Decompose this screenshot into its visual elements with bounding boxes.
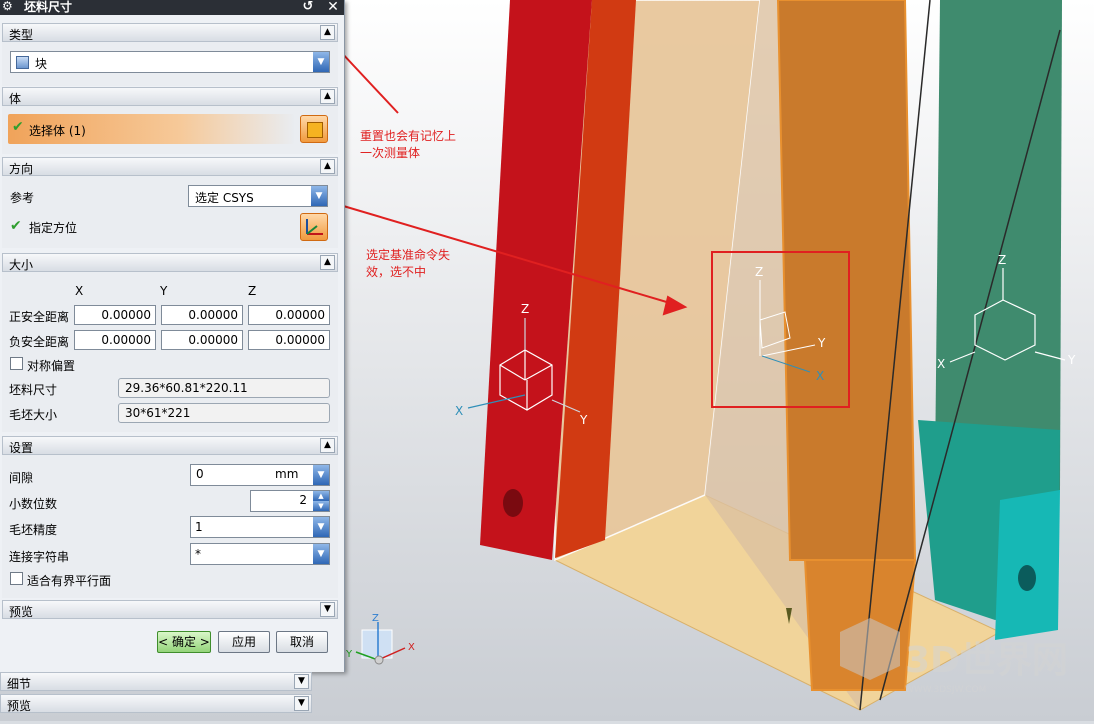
reset-icon[interactable]: ↺ (296, 0, 320, 15)
csys-highlight-box (711, 251, 850, 408)
negative-offset-label: 负安全距离 (9, 335, 70, 349)
expand-icon[interactable]: ▼ (294, 674, 309, 689)
csys-note: 选定基准命令失 效，选不中 (366, 248, 451, 279)
csys-icon[interactable] (300, 213, 328, 241)
axis-x-left: X (455, 404, 463, 418)
select-body-row[interactable]: ✔ 选择体 (1) (8, 114, 294, 144)
block-icon (16, 56, 29, 69)
solid-body-icon[interactable] (300, 115, 328, 143)
triad-y: Y (345, 649, 353, 660)
neg-x-field[interactable]: 0.00000 (74, 330, 156, 350)
triad-x: X (408, 642, 415, 653)
decimals-label: 小数位数 (9, 497, 58, 511)
gap-field[interactable]: 0 mm ▼ (190, 464, 330, 486)
pos-z-field[interactable]: 0.00000 (248, 305, 330, 325)
precision-label: 毛坯精度 (9, 523, 58, 537)
size-body: X Y Z 正安全距离 0.00000 0.00000 0.00000 负安全距… (2, 272, 338, 432)
dialog-title: 坯料尺寸 (24, 0, 73, 14)
type-dropdown[interactable]: 块 ▼ (10, 51, 330, 73)
collapse-icon[interactable]: ▲ (320, 25, 335, 40)
symmetric-offset-checkbox[interactable] (10, 357, 23, 370)
rough-size-label: 毛坯大小 (9, 408, 58, 422)
unit-dropdown-icon[interactable]: ▼ (313, 465, 329, 485)
axis-x-right: X (937, 357, 945, 371)
fit-bounded-checkbox[interactable] (10, 572, 23, 585)
settings-body: 间隙 0 mm ▼ 小数位数 2 ▲ ▼ 毛坯精度 1 ▼ 连接字符串 * ▼ … (2, 455, 338, 598)
pos-y-field[interactable]: 0.00000 (161, 305, 243, 325)
gap-label: 间隙 (9, 471, 34, 485)
reference-label: 参考 (10, 191, 35, 205)
direction-body: 参考 选定 CSYS ▼ ✔ 指定方位 (2, 176, 338, 248)
check-icon: ✔ (12, 119, 24, 135)
type-body: 块 ▼ (2, 42, 338, 86)
rough-size-field: 30*61*221 (118, 403, 330, 423)
chevron-down-icon[interactable]: ▼ (313, 517, 329, 537)
concat-dropdown[interactable]: * ▼ (190, 543, 330, 565)
body-section: ✔ 选择体 (1) (2, 106, 338, 154)
watermark-url: WWW.3DSJW.COM (905, 685, 986, 695)
section-direction[interactable]: 方向 ▲ (2, 157, 338, 176)
ok-button[interactable]: < 确定 > (157, 631, 211, 653)
teal-part (995, 490, 1060, 640)
section-details[interactable]: 细节 ▼ (0, 672, 312, 691)
blank-size-label: 坯料尺寸 (9, 383, 58, 397)
neg-y-field[interactable]: 0.00000 (161, 330, 243, 350)
section-body[interactable]: 体 ▲ (2, 87, 338, 106)
stepper-up-icon[interactable]: ▲ (313, 491, 329, 501)
axis-z-right: Z (998, 253, 1006, 267)
collapse-icon[interactable]: ▲ (320, 89, 335, 104)
axis-y-right: Y (1067, 353, 1076, 367)
watermark-brand: 3D世界网 (905, 640, 1068, 681)
collapse-icon[interactable]: ▲ (320, 255, 335, 270)
axis-z-left: Z (521, 302, 529, 316)
triad-z: Z (372, 613, 379, 624)
chevron-down-icon[interactable]: ▼ (313, 52, 329, 72)
blank-size-dialog: ⚙ 坯料尺寸 ↺ ✕ 类型 ▲ 块 ▼ 体 ▲ ✔ 选择体 (1) 方向 ▲ 参… (0, 0, 345, 672)
axis-y-left: Y (579, 413, 588, 427)
blank-size-field: 29.36*60.81*220.11 (118, 378, 330, 398)
positive-offset-label: 正安全距离 (9, 310, 70, 324)
apply-button[interactable]: 应用 (218, 631, 270, 653)
reference-dropdown[interactable]: 选定 CSYS ▼ (188, 185, 328, 207)
collapse-icon[interactable]: ▲ (320, 438, 335, 453)
decimals-stepper[interactable]: 2 ▲ ▼ (250, 490, 330, 512)
pos-x-field[interactable]: 0.00000 (74, 305, 156, 325)
collapse-icon[interactable]: ▲ (320, 159, 335, 174)
chevron-down-icon[interactable]: ▼ (311, 186, 327, 206)
reset-note: 重置也会有记忆上 一次测量体 (360, 129, 457, 160)
concat-label: 连接字符串 (9, 550, 70, 564)
section-type[interactable]: 类型 ▲ (2, 23, 338, 42)
section-size[interactable]: 大小 ▲ (2, 253, 338, 272)
gear-icon[interactable]: ⚙ (2, 0, 15, 13)
check-icon: ✔ (10, 218, 22, 234)
dialog-titlebar[interactable]: ⚙ 坯料尺寸 ↺ ✕ (0, 0, 344, 15)
chevron-down-icon[interactable]: ▼ (313, 544, 329, 564)
section-preview[interactable]: 预览 ▼ (2, 600, 338, 619)
unit-label: mm (275, 467, 299, 481)
neg-z-field[interactable]: 0.00000 (248, 330, 330, 350)
section-settings[interactable]: 设置 ▲ (2, 436, 338, 455)
specify-orientation-label: 指定方位 (29, 221, 78, 235)
expand-icon[interactable]: ▼ (320, 602, 335, 617)
precision-dropdown[interactable]: 1 ▼ (190, 516, 330, 538)
expand-icon[interactable]: ▼ (294, 696, 309, 711)
section-preview-lower[interactable]: 预览 ▼ (0, 694, 312, 713)
stepper-down-icon[interactable]: ▼ (313, 501, 329, 511)
close-icon[interactable]: ✕ (324, 0, 342, 15)
cancel-button[interactable]: 取消 (276, 631, 328, 653)
